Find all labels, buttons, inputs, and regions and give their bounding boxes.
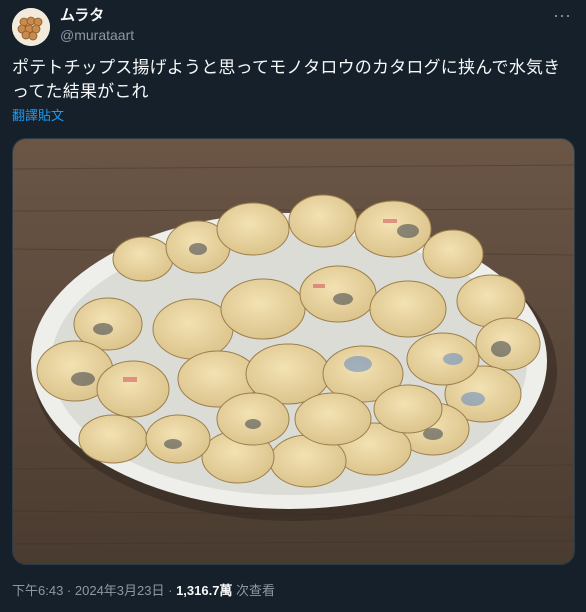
tweet-text: ポテトチップス揚げようと思ってモノタロウのカタログに挟んで水気きってた結果がこれ (12, 58, 561, 101)
translate-post-link[interactable]: 翻譯貼文 (12, 108, 64, 124)
author-info: ムラタ @murataart (60, 6, 134, 44)
author-display-name[interactable]: ムラタ (60, 6, 134, 26)
more-horizontal-icon: ··· (553, 5, 571, 25)
views-label: 次查看 (232, 583, 276, 598)
avatar-image (12, 8, 50, 46)
views-count: 1,316.7萬 (176, 583, 233, 598)
avatar[interactable] (12, 8, 50, 46)
potato-chips-plate-image (13, 139, 574, 564)
tweet-photo[interactable] (12, 138, 575, 565)
more-options-button[interactable]: ··· (550, 5, 574, 28)
meta-separator: · (63, 583, 75, 598)
post-date[interactable]: 2024年3月23日 (75, 583, 165, 598)
post-time[interactable]: 下午6:43 (12, 583, 63, 598)
tweet-meta: 下午6:43 · 2024年3月23日 · 1,316.7萬 次查看 (12, 582, 275, 600)
author-handle[interactable]: @murataart (60, 26, 134, 44)
tweet-header: ムラタ @murataart ··· (12, 6, 574, 46)
meta-separator: · (164, 583, 177, 598)
